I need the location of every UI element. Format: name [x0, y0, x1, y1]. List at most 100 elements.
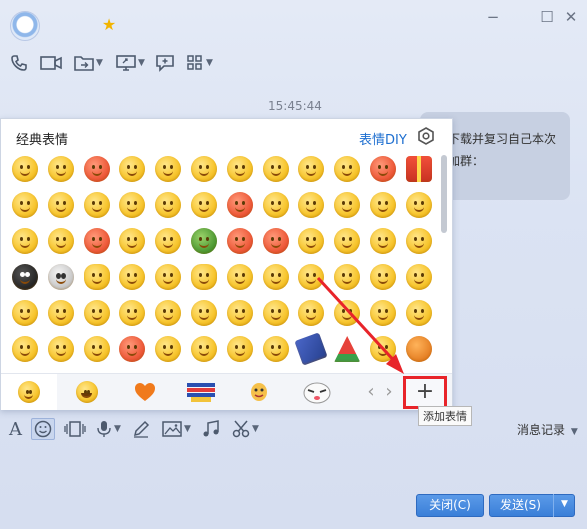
emoji-cell[interactable] — [293, 187, 329, 223]
emoji-cell[interactable] — [186, 331, 222, 367]
image-icon[interactable]: ▼ — [162, 418, 191, 440]
category-classic-tab[interactable] — [1, 374, 57, 410]
emoji-cell[interactable] — [329, 151, 365, 187]
emoji-cell[interactable] — [79, 331, 115, 367]
emoji-cell[interactable] — [258, 331, 294, 367]
emoji-cell[interactable] — [114, 295, 150, 331]
emoji-cell[interactable] — [186, 223, 222, 259]
emoji-icon[interactable] — [31, 418, 55, 440]
emoji-cell[interactable] — [365, 187, 401, 223]
emoji-cell[interactable] — [186, 187, 222, 223]
emoji-cell[interactable] — [7, 223, 43, 259]
emoji-cell[interactable] — [401, 223, 437, 259]
emoji-cell[interactable] — [258, 151, 294, 187]
font-icon[interactable]: A — [9, 418, 22, 440]
emoji-cell[interactable] — [150, 259, 186, 295]
emoji-cell[interactable] — [7, 259, 43, 295]
emoji-cell[interactable] — [150, 331, 186, 367]
emoji-cell[interactable] — [150, 223, 186, 259]
emoji-cell[interactable] — [150, 151, 186, 187]
emoji-cell[interactable] — [365, 223, 401, 259]
emoji-cell[interactable] — [293, 331, 329, 367]
doodle-pen-icon[interactable] — [132, 418, 150, 440]
send-file-icon[interactable]: ▼ — [74, 52, 103, 74]
emoji-cell[interactable] — [222, 259, 258, 295]
emoji-cell[interactable] — [150, 295, 186, 331]
apps-dropdown-icon[interactable]: ▼ — [206, 58, 213, 68]
emoji-cell[interactable] — [114, 259, 150, 295]
emoji-cell[interactable] — [329, 259, 365, 295]
emoji-cell[interactable] — [401, 151, 437, 187]
emoji-cell[interactable] — [258, 259, 294, 295]
emoji-cell[interactable] — [114, 331, 150, 367]
emoji-cell[interactable] — [401, 259, 437, 295]
emoji-cell[interactable] — [222, 295, 258, 331]
category-sticker-pack-1-tab[interactable] — [173, 374, 229, 410]
voice-message-icon[interactable]: ▼ — [96, 418, 121, 440]
add-emoji-button[interactable]: + — [403, 376, 447, 409]
emoji-scrollbar-thumb[interactable] — [441, 155, 447, 233]
emoji-cell[interactable] — [329, 295, 365, 331]
emoji-cell[interactable] — [114, 151, 150, 187]
close-button[interactable]: 关闭(C) — [416, 494, 484, 517]
emoji-cell[interactable] — [293, 223, 329, 259]
screenshot-dropdown-icon[interactable]: ▼ — [252, 424, 259, 434]
music-icon[interactable] — [202, 418, 220, 440]
category-sticker-pack-2-tab[interactable] — [231, 374, 287, 410]
settings-hexagon-icon[interactable] — [417, 127, 435, 145]
emoji-diy-link[interactable]: 表情DIY — [359, 129, 407, 148]
emoji-cell[interactable] — [186, 151, 222, 187]
video-call-icon[interactable] — [40, 52, 62, 74]
screen-share-dropdown-icon[interactable]: ▼ — [138, 58, 145, 68]
category-prev-arrow[interactable]: ‹ — [363, 374, 379, 410]
emoji-cell[interactable] — [401, 295, 437, 331]
emoji-cell[interactable] — [43, 259, 79, 295]
image-dropdown-icon[interactable]: ▼ — [184, 424, 191, 434]
voice-dropdown-icon[interactable]: ▼ — [114, 424, 121, 434]
emoji-cell[interactable] — [258, 187, 294, 223]
emoji-cell[interactable] — [43, 187, 79, 223]
category-next-arrow[interactable]: › — [381, 374, 397, 410]
emoji-cell[interactable] — [365, 331, 401, 367]
emoji-cell[interactable] — [79, 223, 115, 259]
emoji-cell[interactable] — [79, 151, 115, 187]
emoji-cell[interactable] — [401, 187, 437, 223]
emoji-cell[interactable] — [79, 295, 115, 331]
screenshot-scissors-icon[interactable]: ▼ — [232, 418, 259, 440]
emoji-cell[interactable] — [222, 223, 258, 259]
minimize-icon[interactable]: − — [484, 8, 502, 26]
phone-call-icon[interactable] — [10, 52, 28, 74]
screen-share-icon[interactable]: ▼ — [116, 52, 145, 74]
emoji-cell[interactable] — [7, 187, 43, 223]
window-shake-icon[interactable] — [64, 418, 86, 440]
category-emoji-tab[interactable] — [59, 374, 115, 410]
emoji-cell[interactable] — [79, 259, 115, 295]
emoji-cell[interactable] — [43, 295, 79, 331]
maximize-icon[interactable]: ☐ — [538, 8, 556, 26]
category-sticker-pack-3-tab[interactable] — [289, 374, 345, 410]
message-history-link[interactable]: 消息记录 ▼ — [517, 421, 578, 438]
emoji-cell[interactable] — [114, 187, 150, 223]
emoji-cell[interactable] — [222, 187, 258, 223]
emoji-cell[interactable] — [329, 331, 365, 367]
emoji-cell[interactable] — [365, 259, 401, 295]
emoji-cell[interactable] — [293, 151, 329, 187]
add-chat-icon[interactable] — [156, 52, 174, 74]
apps-grid-icon[interactable]: ▼ — [186, 52, 213, 74]
emoji-cell[interactable] — [43, 151, 79, 187]
emoji-cell[interactable] — [7, 295, 43, 331]
close-window-icon[interactable]: ✕ — [562, 8, 580, 26]
emoji-cell[interactable] — [79, 187, 115, 223]
emoji-cell[interactable] — [365, 151, 401, 187]
contact-avatar[interactable] — [10, 11, 40, 41]
emoji-cell[interactable] — [150, 187, 186, 223]
category-favorites-tab[interactable] — [117, 374, 173, 410]
emoji-cell[interactable] — [222, 331, 258, 367]
emoji-cell[interactable] — [186, 259, 222, 295]
emoji-cell[interactable] — [43, 223, 79, 259]
send-file-dropdown-icon[interactable]: ▼ — [96, 58, 103, 68]
emoji-cell[interactable] — [7, 331, 43, 367]
emoji-cell[interactable] — [329, 223, 365, 259]
emoji-cell[interactable] — [329, 187, 365, 223]
emoji-cell[interactable] — [222, 151, 258, 187]
